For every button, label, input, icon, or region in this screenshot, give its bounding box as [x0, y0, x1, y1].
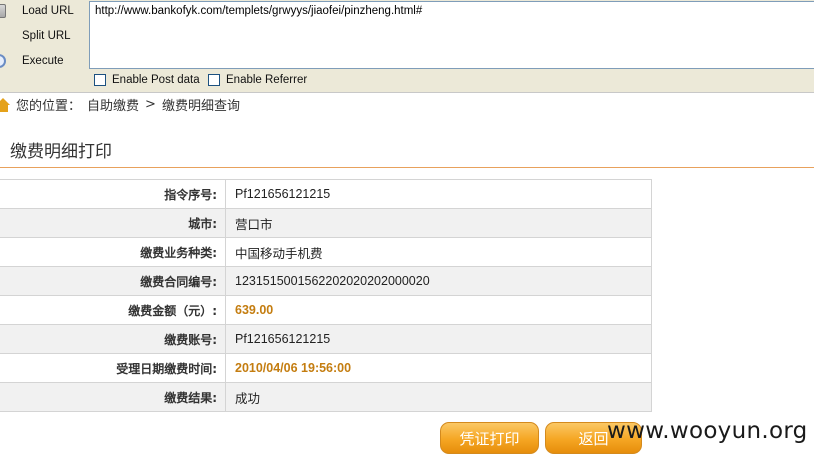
enable-post-checkbox[interactable]: Enable Post data: [94, 74, 200, 86]
page-title: 缴费明细打印: [10, 142, 112, 162]
field-value: 营口市: [225, 208, 652, 238]
table-row: 缴费合同编号: 1231515001562202020202000020: [0, 266, 652, 296]
print-voucher-button[interactable]: 凭证打印: [440, 422, 539, 454]
field-label: 缴费业务种类:: [0, 237, 226, 267]
execute-button[interactable]: Execute: [0, 50, 90, 72]
url-textarea[interactable]: http://www.bankofyk.com/templets/grwyys/…: [89, 1, 814, 69]
table-row: 指令序号: Pf121656121215: [0, 179, 652, 209]
field-label: 缴费合同编号:: [0, 266, 226, 296]
field-label: 指令序号:: [0, 179, 226, 209]
amount-value: 639.00: [225, 295, 652, 325]
split-url-label: Split URL: [22, 30, 71, 42]
enable-post-label: Enable Post data: [112, 74, 200, 86]
breadcrumb-current: 缴费明细查询: [161, 99, 240, 114]
field-label: 受理日期缴费时间:: [0, 353, 226, 383]
table-row: 城市: 营口市: [0, 208, 652, 238]
field-label: 缴费金额（元）:: [0, 295, 226, 325]
payment-detail-table: 指令序号: Pf121656121215 城市: 营口市 缴费业务种类: 中国移…: [0, 179, 652, 412]
execute-label: Execute: [22, 55, 64, 67]
table-row: 缴费金额（元）: 639.00: [0, 295, 652, 325]
table-row: 受理日期缴费时间: 2010/04/06 19:56:00: [0, 353, 652, 383]
execute-icon: [0, 54, 6, 68]
load-url-label: Load URL: [22, 5, 74, 17]
datetime-value: 2010/04/06 19:56:00: [225, 353, 652, 383]
enable-post-box[interactable]: [94, 74, 106, 86]
breadcrumb-prefix: 您的位置：: [16, 99, 82, 114]
enable-referrer-box[interactable]: [208, 74, 220, 86]
table-row: 缴费结果: 成功: [0, 382, 652, 412]
enable-referrer-checkbox[interactable]: Enable Referrer: [208, 74, 307, 86]
split-url-icon: [2, 29, 4, 43]
field-value: 中国移动手机费: [225, 237, 652, 267]
home-icon: [0, 97, 10, 112]
title-divider: [0, 167, 814, 168]
load-url-button[interactable]: Load URL: [0, 0, 90, 22]
field-value: 成功: [225, 382, 652, 412]
hackbar-actions: Load URL Split URL Execute: [0, 0, 90, 70]
load-url-icon: [0, 4, 6, 18]
field-label: 缴费结果:: [0, 382, 226, 412]
breadcrumb-separator: >: [145, 97, 156, 112]
table-row: 缴费业务种类: 中国移动手机费: [0, 237, 652, 267]
field-label: 城市:: [0, 208, 226, 238]
enable-referrer-label: Enable Referrer: [226, 74, 308, 86]
table-row: 缴费账号: Pf121656121215: [0, 324, 652, 354]
field-value: Pf121656121215: [225, 179, 652, 209]
hackbar-options: Enable Post data Enable Referrer: [0, 72, 814, 92]
watermark-text: www.wooyun.org: [607, 418, 808, 444]
breadcrumb: 您的位置： 自助缴费 > 缴费明细查询: [0, 92, 814, 116]
hackbar-toolbar: Load URL Split URL Execute http://www.ba…: [0, 0, 814, 92]
field-label: 缴费账号:: [0, 324, 226, 354]
field-value: Pf121656121215: [225, 324, 652, 354]
breadcrumb-link-self-service[interactable]: 自助缴费: [87, 95, 139, 114]
split-url-button[interactable]: Split URL: [0, 25, 90, 47]
field-value: 1231515001562202020202000020: [225, 266, 652, 296]
